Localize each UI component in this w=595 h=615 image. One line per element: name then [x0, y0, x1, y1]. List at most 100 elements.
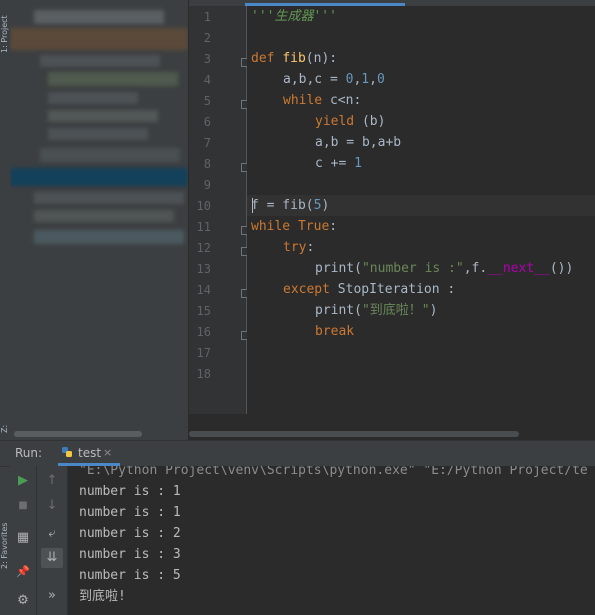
code-line-13: print("number is :",f.__next__()): [315, 258, 573, 279]
line-number: 15: [196, 304, 211, 318]
down-icon[interactable]: ↓: [41, 496, 63, 516]
string: "number is :": [361, 261, 464, 276]
code-line-6: yield (b): [315, 111, 385, 132]
line-number: 14: [196, 283, 211, 297]
code-text: c<n:: [329, 93, 362, 108]
line-number: 7: [203, 136, 211, 150]
scroll-to-end-icon[interactable]: ⇊: [41, 548, 63, 568]
console-line: number is : 2: [79, 526, 181, 541]
code-text: :: [306, 240, 315, 255]
up-icon[interactable]: ↑: [41, 471, 63, 491]
more-icon[interactable]: »: [41, 586, 63, 606]
tree-item[interactable]: [34, 210, 174, 222]
code-line-14: except StopIteration :: [283, 279, 455, 300]
run-toolbar-secondary: ↑ ↓ ⤶ ⇊ »: [37, 466, 68, 615]
number: 0: [376, 72, 385, 87]
tree-item[interactable]: [48, 128, 148, 140]
keyword: while: [283, 93, 330, 108]
soft-wrap-icon[interactable]: ⤶: [41, 524, 63, 544]
code-line-4: a,b,c = 0,1,0: [283, 69, 385, 90]
python-icon: [62, 447, 72, 457]
close-icon[interactable]: ×: [103, 446, 112, 459]
tree-item[interactable]: [10, 28, 188, 50]
line-number: 10: [196, 199, 211, 213]
console-line: number is : 1: [79, 505, 181, 520]
line-number: 12: [196, 241, 211, 255]
run-console[interactable]: "E:\Python Project\venv\Scripts\python.e…: [68, 466, 595, 615]
line-number: 3: [203, 52, 211, 66]
run-tab-test[interactable]: test ×: [58, 441, 120, 466]
layout-icon[interactable]: ▦: [12, 528, 34, 548]
keyword: def: [251, 51, 283, 66]
code-text: f = fib(: [251, 198, 314, 213]
scrollbar-thumb[interactable]: [189, 431, 519, 437]
number: 1: [361, 72, 370, 87]
code-text: ): [429, 303, 438, 318]
scrollbar-thumb[interactable]: [14, 431, 142, 437]
number: 1: [354, 156, 362, 171]
string: "到底啦！": [361, 303, 430, 318]
code-line-15: print("到底啦！"): [315, 300, 437, 321]
code-line-8: c += 1: [315, 153, 362, 174]
rerun-icon[interactable]: ▶: [12, 471, 34, 491]
keyword: yield: [315, 114, 362, 129]
code-text: a,b,c =: [283, 72, 346, 87]
console-line: 到底啦!: [79, 589, 126, 604]
line-number: 2: [203, 31, 211, 45]
tree-item[interactable]: [34, 230, 184, 244]
tree-item[interactable]: [48, 92, 138, 104]
function-name: fib: [282, 51, 306, 66]
keyword: while: [251, 219, 298, 234]
code-text: ,: [369, 72, 377, 87]
code-line-3: def fib(n):: [251, 48, 337, 69]
keyword: True: [297, 219, 330, 234]
code-text: c +=: [315, 156, 355, 171]
tree-item[interactable]: [48, 110, 158, 122]
code-text: :: [329, 219, 338, 234]
line-number: 17: [196, 346, 211, 360]
run-tab-label: test: [78, 446, 102, 460]
tree-item-selected[interactable]: [10, 168, 188, 186]
project-tool-button[interactable]: 1: Project: [0, 4, 10, 64]
code-text: print(: [315, 261, 362, 276]
tree-item[interactable]: [34, 10, 164, 24]
code-line-16: break: [315, 321, 354, 342]
pin-icon[interactable]: 📌: [12, 562, 34, 582]
code-line-11: while True:: [251, 216, 337, 237]
code-text: (n):: [305, 51, 338, 66]
run-toolbar-primary: ▶ ■ ▦ 📌 ⚙: [10, 466, 37, 615]
tree-item[interactable]: [40, 55, 160, 67]
code-text: ): [321, 198, 330, 213]
code-line-12: try:: [283, 237, 314, 258]
project-panel-scrollbar[interactable]: [10, 430, 188, 440]
stop-icon[interactable]: ■: [12, 496, 34, 516]
console-line: number is : 1: [79, 484, 181, 499]
tree-item[interactable]: [34, 192, 184, 204]
code-editor[interactable]: '''生成器''' def fib(n): a,b,c = 0,1,0 whil…: [247, 6, 595, 414]
editor-horizontal-scrollbar[interactable]: [189, 430, 595, 438]
line-number: 16: [196, 325, 211, 339]
code-line-1: '''生成器''': [251, 6, 337, 27]
keyword: break: [315, 324, 355, 339]
run-tool-header: Run: test ×: [0, 440, 595, 467]
structure-tool-button[interactable]: Z: Structure: [0, 403, 18, 440]
code-text: ()): [549, 261, 574, 276]
tree-item[interactable]: [48, 72, 178, 86]
tree-item[interactable]: [40, 148, 180, 162]
code-text: (b): [361, 114, 386, 129]
code-text: print(: [315, 303, 362, 318]
settings-icon[interactable]: ⚙: [12, 591, 34, 611]
keyword: try: [283, 240, 307, 255]
line-number: 18: [196, 367, 211, 381]
docstring: '''生成器''': [251, 9, 337, 24]
line-number: 6: [203, 115, 211, 129]
line-number: 8: [203, 157, 211, 171]
favorites-tool-button[interactable]: 2: Favorites: [0, 516, 10, 576]
line-number: 5: [203, 94, 211, 108]
editor-gutter: 1 2 3 4 5 6 7 8 9 10 11 12 13 14 15 16 1…: [189, 6, 250, 414]
code-text: ,f.: [463, 261, 488, 276]
console-line: number is : 3: [79, 547, 181, 562]
line-number: 11: [196, 220, 211, 234]
run-label: Run:: [15, 446, 43, 460]
project-panel: [10, 0, 188, 440]
